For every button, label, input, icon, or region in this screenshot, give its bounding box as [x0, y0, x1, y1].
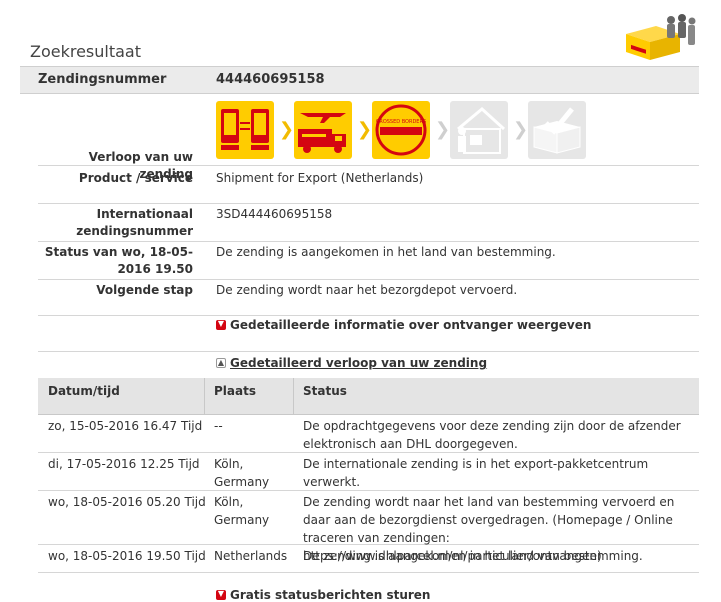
- stamp-text: CROSSED BORDERS: [376, 119, 426, 125]
- crossed-borders-icon: CROSSED BORDERS: [372, 101, 430, 159]
- intl-number-label: Internationaal zendingsnummer: [76, 207, 193, 238]
- history-toggle-label: Gedetailleerd verloop van uw zending: [230, 356, 488, 370]
- column-divider: [204, 378, 205, 414]
- receiver-details-label: Gedetailleerde informatie over ontvanger…: [230, 318, 592, 332]
- column-header-status: Status: [303, 384, 347, 398]
- box-check-icon: [528, 101, 586, 159]
- chevron-down-icon: ▼: [216, 319, 226, 330]
- dhl-parcel-logo-icon: [626, 14, 696, 60]
- history-date: wo, 18-05-2016 05.20 Tijd: [48, 495, 206, 509]
- history-toggle[interactable]: ▲ Gedetailleerd verloop van uw zending: [216, 356, 487, 370]
- page-title: Zoekresultaat: [30, 42, 142, 61]
- notify-toggle-label: Gratis statusberichten sturen: [230, 588, 431, 602]
- product-row: Product / service Shipment for Export (N…: [38, 165, 699, 204]
- history-place: --: [214, 419, 223, 433]
- chevron-right-icon: ❯: [357, 119, 373, 140]
- notify-toggle[interactable]: ▼ Gratis statusberichten sturen: [216, 588, 430, 602]
- history-place: Netherlands: [214, 549, 288, 563]
- history-date: wo, 18-05-2016 19.50 Tijd: [48, 549, 206, 563]
- column-divider: [293, 378, 294, 414]
- status-label: Status van wo, 18-05-2016 19.50: [44, 245, 193, 276]
- history-place: Köln, Germany: [214, 457, 270, 489]
- history-table-header: Datum/tijd Plaats Status: [38, 378, 699, 415]
- column-header-date: Datum/tijd: [48, 384, 120, 398]
- plane-truck-icon: [294, 101, 352, 159]
- product-value: Shipment for Export (Netherlands): [216, 171, 424, 185]
- status-row: Status van wo, 18-05-2016 19.50 De zendi…: [38, 241, 699, 280]
- table-row: wo, 18-05-2016 19.50 Tijd Netherlands De…: [38, 544, 699, 573]
- intl-number-row: Internationaal zendingsnummer 3SD4444606…: [38, 203, 699, 242]
- chevron-up-icon: ▲: [216, 358, 226, 368]
- house-delivery-icon: [450, 101, 508, 159]
- chevron-right-icon: ❯: [279, 119, 295, 140]
- table-row: di, 17-05-2016 12.25 Tijd Köln, Germany …: [38, 452, 699, 491]
- receiver-details-toggle[interactable]: ▼ Gedetailleerde informatie over ontvange…: [216, 318, 591, 332]
- status-value: De zending is aangekomen in het land van…: [216, 245, 556, 259]
- next-step-value: De zending wordt naar het bezorgdepot ve…: [216, 283, 518, 297]
- table-row: zo, 15-05-2016 16.47 Tijd -- De opdracht…: [38, 414, 699, 453]
- history-date: di, 17-05-2016 12.25 Tijd: [48, 457, 200, 471]
- shipment-number-header: Zendingsnummer 444460695158: [20, 66, 699, 94]
- history-status: De zending is aangekomen in het land van…: [303, 549, 643, 563]
- chevron-right-icon: ❯: [435, 119, 451, 140]
- intl-number-value: 3SD444460695158: [216, 207, 333, 221]
- phone-transfer-icon: [216, 101, 274, 159]
- column-header-place: Plaats: [214, 384, 256, 398]
- history-status: De internationale zending is in het expo…: [303, 457, 649, 489]
- chevron-down-icon: ▼: [216, 589, 226, 600]
- history-place: Köln, Germany: [214, 495, 270, 527]
- shipment-number-label: Zendingsnummer: [38, 72, 167, 87]
- history-status: De opdrachtgegevens voor deze zending zi…: [303, 419, 681, 451]
- next-step-label: Volgende stap: [96, 283, 193, 297]
- next-step-row: Volgende stap De zending wordt naar het …: [38, 279, 699, 316]
- history-date: zo, 15-05-2016 16.47 Tijd: [48, 419, 203, 433]
- shipment-number-value: 444460695158: [216, 72, 325, 87]
- product-label: Product / service: [78, 171, 193, 185]
- table-row: wo, 18-05-2016 05.20 Tijd Köln, Germany …: [38, 490, 699, 563]
- chevron-right-icon: ❯: [513, 119, 529, 140]
